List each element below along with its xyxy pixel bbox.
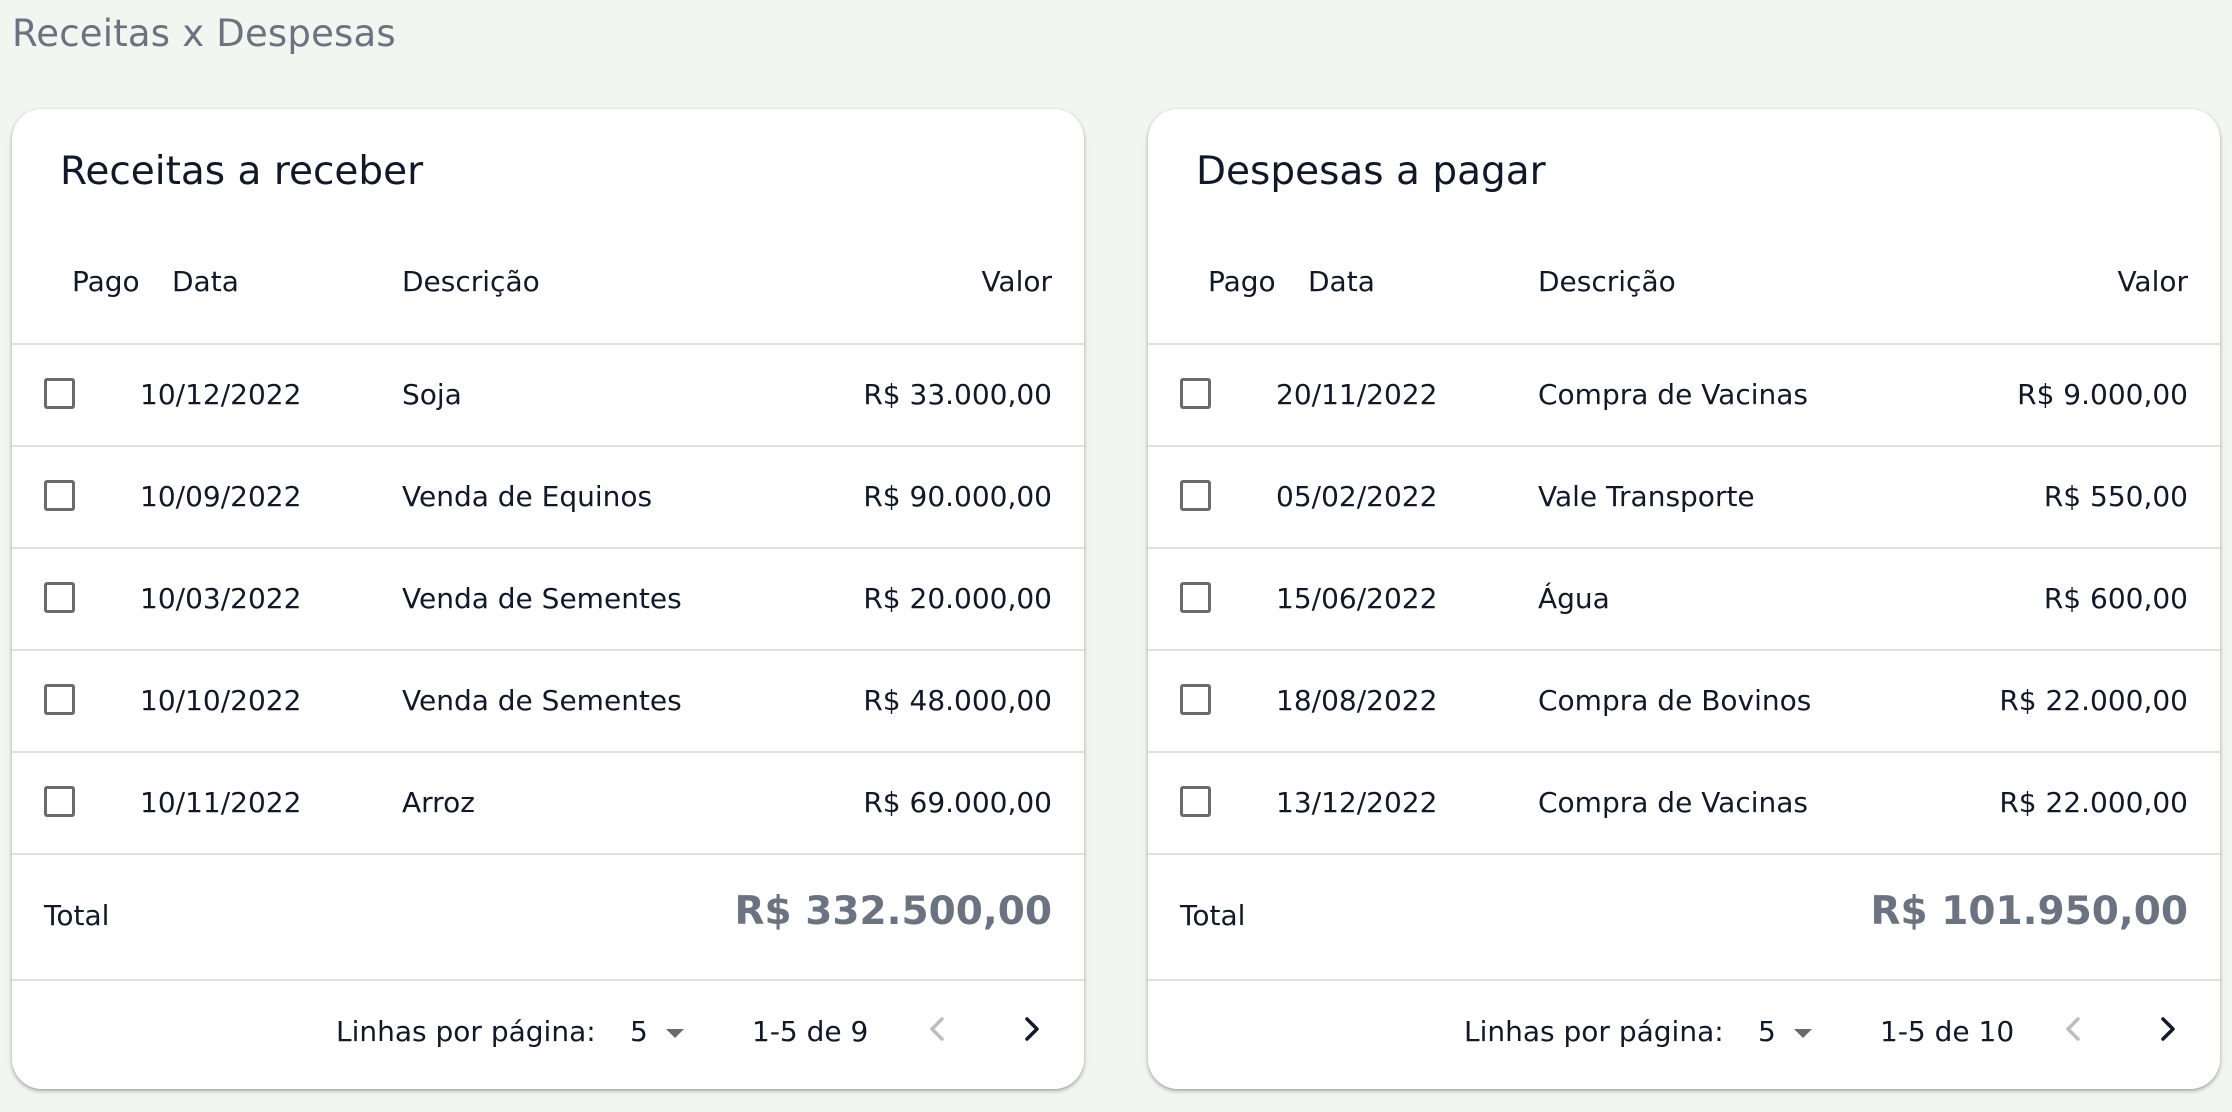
paid-checkbox[interactable]	[1180, 684, 1211, 715]
column-header-descricao: Descrição	[402, 265, 540, 298]
row-description: Compra de Vacinas	[1538, 786, 1809, 819]
chevron-left-icon	[2066, 1017, 2080, 1041]
column-header-descricao: Descrição	[1538, 265, 1676, 298]
row-date: 13/12/2022	[1276, 786, 1438, 819]
row-value: R$ 69.000,00	[863, 786, 1052, 819]
despesas-table-header: Pago Data Descrição Valor	[1148, 209, 2220, 345]
total-value: R$ 332.500,00	[734, 889, 1052, 934]
next-page-button[interactable]	[1006, 1003, 1058, 1055]
despesas-card: Despesas a pagar Pago Data Descrição Val…	[1148, 109, 2220, 1089]
row-date: 10/12/2022	[140, 378, 302, 411]
chevron-left-icon	[930, 1017, 944, 1041]
despesas-pagination: Linhas por página: 5 1-5 de 10	[1148, 981, 2220, 1081]
despesas-card-title: Despesas a pagar	[1196, 149, 1546, 194]
despesas-total-row: Total R$ 101.950,00	[1148, 855, 2220, 981]
column-header-valor: Valor	[981, 265, 1052, 298]
row-description: Arroz	[402, 786, 475, 819]
column-header-pago: Pago	[1208, 265, 1276, 298]
column-header-data: Data	[172, 265, 239, 298]
pagination-range: 1-5 de 10	[1880, 1015, 2015, 1048]
row-description: Venda de Sementes	[402, 684, 682, 717]
paid-checkbox[interactable]	[44, 480, 75, 511]
column-header-pago: Pago	[72, 265, 140, 298]
page-title: Receitas x Despesas	[12, 12, 396, 55]
previous-page-button[interactable]	[2048, 1003, 2100, 1055]
row-description: Compra de Vacinas	[1538, 378, 1809, 411]
row-date: 15/06/2022	[1276, 582, 1438, 615]
rows-per-page-value: 5	[1758, 1015, 1776, 1048]
row-date: 10/10/2022	[140, 684, 302, 717]
paid-checkbox[interactable]	[44, 378, 75, 409]
paid-checkbox[interactable]	[44, 582, 75, 613]
row-value: R$ 600,00	[2043, 582, 2188, 615]
table-row: 13/12/2022 Compra de Vacinas R$ 22.000,00	[1148, 753, 2220, 855]
paid-checkbox[interactable]	[44, 786, 75, 817]
rows-per-page-label: Linhas por página:	[1464, 1015, 1724, 1048]
row-date: 10/09/2022	[140, 480, 302, 513]
receitas-table-header: Pago Data Descrição Valor	[12, 209, 1084, 345]
paid-checkbox[interactable]	[1180, 480, 1211, 511]
column-header-data: Data	[1308, 265, 1375, 298]
row-value: R$ 550,00	[2043, 480, 2188, 513]
row-description: Soja	[402, 378, 462, 411]
row-value: R$ 22.000,00	[1999, 786, 2188, 819]
receitas-card: Receitas a receber Pago Data Descrição V…	[12, 109, 1084, 1089]
row-description: Venda de Sementes	[402, 582, 682, 615]
total-label: Total	[44, 899, 110, 932]
table-row: 10/03/2022 Venda de Sementes R$ 20.000,0…	[12, 549, 1084, 651]
rows-per-page-select[interactable]: 5	[620, 1007, 690, 1051]
table-row: 15/06/2022 Água R$ 600,00	[1148, 549, 2220, 651]
chevron-right-icon	[1025, 1017, 1039, 1041]
paid-checkbox[interactable]	[1180, 582, 1211, 613]
row-value: R$ 48.000,00	[863, 684, 1052, 717]
row-description: Água	[1538, 582, 1610, 615]
total-value: R$ 101.950,00	[1870, 889, 2188, 934]
row-value: R$ 20.000,00	[863, 582, 1052, 615]
receitas-card-title: Receitas a receber	[60, 149, 424, 194]
row-date: 10/11/2022	[140, 786, 302, 819]
rows-per-page-value: 5	[630, 1015, 648, 1048]
column-header-valor: Valor	[2117, 265, 2188, 298]
table-row: 05/02/2022 Vale Transporte R$ 550,00	[1148, 447, 2220, 549]
table-row: 10/09/2022 Venda de Equinos R$ 90.000,00	[12, 447, 1084, 549]
row-date: 20/11/2022	[1276, 378, 1438, 411]
row-description: Venda de Equinos	[402, 480, 653, 513]
paid-checkbox[interactable]	[1180, 786, 1211, 817]
pagination-range: 1-5 de 9	[752, 1015, 869, 1048]
row-description: Compra de Bovinos	[1538, 684, 1812, 717]
row-value: R$ 22.000,00	[1999, 684, 2188, 717]
table-row: 10/11/2022 Arroz R$ 69.000,00	[12, 753, 1084, 855]
paid-checkbox[interactable]	[1180, 378, 1211, 409]
row-date: 10/03/2022	[140, 582, 302, 615]
caret-down-icon	[666, 1029, 684, 1038]
row-value: R$ 9.000,00	[2017, 378, 2188, 411]
row-value: R$ 33.000,00	[863, 378, 1052, 411]
row-date: 18/08/2022	[1276, 684, 1438, 717]
table-row: 10/10/2022 Venda de Sementes R$ 48.000,0…	[12, 651, 1084, 753]
rows-per-page-select[interactable]: 5	[1748, 1007, 1818, 1051]
rows-per-page-label: Linhas por página:	[336, 1015, 596, 1048]
total-label: Total	[1180, 899, 1246, 932]
row-description: Vale Transporte	[1538, 480, 1755, 513]
chevron-right-icon	[2161, 1017, 2175, 1041]
next-page-button[interactable]	[2142, 1003, 2194, 1055]
table-row: 10/12/2022 Soja R$ 33.000,00	[12, 345, 1084, 447]
row-value: R$ 90.000,00	[863, 480, 1052, 513]
previous-page-button[interactable]	[912, 1003, 964, 1055]
receitas-pagination: Linhas por página: 5 1-5 de 9	[12, 981, 1084, 1081]
receitas-total-row: Total R$ 332.500,00	[12, 855, 1084, 981]
paid-checkbox[interactable]	[44, 684, 75, 715]
table-row: 18/08/2022 Compra de Bovinos R$ 22.000,0…	[1148, 651, 2220, 753]
row-date: 05/02/2022	[1276, 480, 1438, 513]
caret-down-icon	[1794, 1029, 1812, 1038]
table-row: 20/11/2022 Compra de Vacinas R$ 9.000,00	[1148, 345, 2220, 447]
